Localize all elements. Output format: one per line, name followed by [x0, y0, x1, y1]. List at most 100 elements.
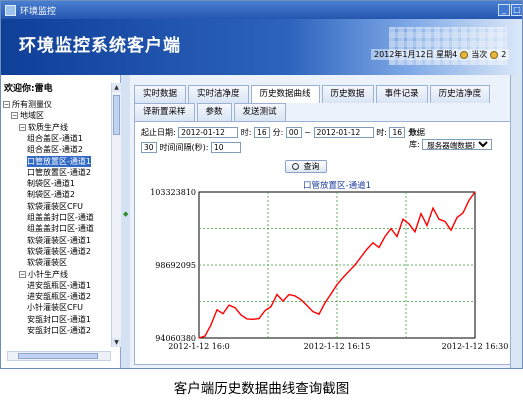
query-button[interactable]: 查询 [285, 160, 327, 173]
data-point [438, 218, 440, 220]
scroll-down-icon[interactable]: ▼ [112, 338, 121, 347]
data-point [426, 224, 428, 227]
minimize-icon[interactable]: _ [498, 4, 510, 16]
tree-expand-icon[interactable]: − [19, 123, 26, 131]
tree-node[interactable]: − 地域区 [11, 110, 44, 121]
figure-caption: 客户端历史数据曲线查询截图 [173, 381, 350, 397]
end-hour-input[interactable] [389, 127, 406, 138]
data-point [252, 318, 254, 320]
interval-input[interactable] [211, 142, 242, 153]
tree-node[interactable]: 组盖盖封口区-通道 [27, 223, 94, 234]
collapse-arrow-icon[interactable]: ◆ [123, 210, 128, 218]
data-point [282, 300, 284, 302]
data-point [402, 218, 404, 220]
tree-expand-icon[interactable]: − [3, 101, 10, 108]
tree-node-label: 进安瓿瓶区-通道2 [27, 292, 91, 302]
tab-tabs_row2-1[interactable]: 参数 [196, 103, 232, 121]
data-point [312, 311, 314, 313]
tree-node[interactable]: − 小针生产线 [19, 269, 68, 280]
tree-node[interactable]: − 所有测量仪 [3, 99, 52, 110]
tree-node[interactable]: 制袋区-通道2 [27, 189, 75, 200]
tab-tabs_row1-3[interactable]: 历史数据 [321, 85, 374, 103]
title-bar: 环境监控 _ □ [1, 1, 522, 19]
tree-expand-icon[interactable]: − [11, 112, 18, 120]
data-point [330, 293, 332, 295]
tree-node-label: 软袋灌装区CFU [27, 201, 84, 211]
end-date-input[interactable] [313, 127, 374, 138]
tab-tabs_row1-2[interactable]: 历史数据曲线 [250, 85, 320, 103]
status-line: 2012年1月12日 星期4 当次 2 [371, 49, 510, 60]
tree-node-label: 小针灌装区CFU [27, 303, 84, 313]
end-minute-input[interactable] [141, 142, 157, 153]
y-tick-label: 103323810 [150, 188, 196, 197]
tab-tabs_row1-4[interactable]: 事件记录 [375, 85, 428, 103]
start-date-label: 起止日期: [141, 128, 176, 137]
data-point [228, 304, 230, 306]
app-window: 环境监控 _ □ 环境监控系统客户端 2012年1月12日 星期4 当次 2 欢… [0, 0, 523, 369]
data-point [408, 223, 410, 225]
tree-node[interactable]: 组合盖区-通道2 [27, 144, 83, 155]
user-label[interactable]: 当次 [471, 49, 487, 60]
tree-node[interactable]: 软袋灌装区CFU [27, 201, 83, 212]
tree-node[interactable]: 安瓿封口区-通道2 [27, 325, 91, 336]
tree-horizontal-scrollbar[interactable] [7, 351, 111, 361]
data-point [420, 213, 422, 215]
data-point [348, 270, 350, 272]
data-point [270, 306, 272, 308]
header-banner: 环境监控系统客户端 [1, 19, 522, 75]
tree-node[interactable]: 安瓿封口区-通道1 [27, 314, 91, 325]
history-chart-svg: 口管放置区-通道194060380986920951033238102012-1… [150, 180, 509, 351]
data-point [234, 307, 236, 309]
start-date-input[interactable] [178, 127, 239, 138]
device-tree: − 所有测量仪 − 地域区 − 软质生产线 组合盖区-通道1 组合盖区-通道2 口管放置区-通道… [1, 99, 111, 347]
tab-tabs_row2-0[interactable]: 译新置采样 [134, 103, 195, 121]
tree-node[interactable]: 软袋灌装区-通道2 [27, 246, 91, 257]
tree-node[interactable]: 口管放置区-通道2 [27, 167, 91, 178]
start-minute-input[interactable] [285, 127, 302, 138]
tree-node[interactable]: 进安瓿瓶区-通道1 [27, 280, 91, 291]
tab-tabs_row2-2[interactable]: 发送测试 [233, 103, 286, 121]
tab-tabs_row1-1[interactable]: 实时洁净度 [188, 85, 249, 103]
data-point [474, 191, 476, 193]
data-point [210, 324, 212, 326]
tree-vertical-scrollbar[interactable]: ▲ ▼ [111, 83, 121, 347]
scroll-up-icon[interactable]: ▲ [112, 83, 121, 92]
tree-node[interactable]: 组合盖区-通道1 [27, 133, 83, 144]
database-label-2: 库: [409, 140, 420, 149]
tree-node-label: 制袋区-通道1 [27, 179, 75, 189]
right-scrollbar[interactable] [510, 75, 522, 368]
tree-node-label: 软质生产线 [28, 122, 68, 132]
info-icon [490, 50, 499, 59]
tree-node[interactable]: 软袋灌装区-通道1 [27, 235, 91, 246]
panel-splitter[interactable]: ◆ [121, 75, 130, 368]
tree-expand-icon[interactable]: − [19, 270, 26, 278]
app-title: 环境监控系统客户端 [19, 36, 181, 56]
data-point [390, 228, 392, 230]
tree-node-label: 地域区 [20, 111, 44, 121]
chart-title: 口管放置区-通道1 [303, 180, 371, 191]
restore-icon[interactable]: □ [511, 4, 522, 16]
x-tick-label: 2012-1-12 16:30 [442, 342, 509, 351]
tree-node[interactable]: 进安瓿瓶区-通道2 [27, 291, 91, 302]
data-point [450, 229, 452, 231]
tab-tabs_row1-0[interactable]: 实时数据 [134, 85, 187, 103]
data-point [306, 304, 308, 307]
tree-node-label: 软袋灌装区-通道1 [27, 235, 91, 245]
tree-node[interactable]: 小针灌装区CFU [27, 302, 83, 313]
tree-node[interactable]: 口管放置区-通道1 [27, 155, 91, 167]
start-hour-input[interactable] [254, 127, 271, 138]
tree-node[interactable]: 组盖盖封口区-通道 [27, 212, 94, 223]
y-tick-label: 98692095 [155, 261, 196, 270]
tab-tabs_row1-5[interactable]: 历史洁净度 [429, 85, 491, 103]
tree-node[interactable]: − 软质生产线 [19, 122, 68, 133]
database-label: 数据 [409, 128, 425, 137]
tree-node[interactable]: 制袋区-通道1 [27, 178, 75, 189]
scrollbar-thumb[interactable] [18, 353, 98, 359]
tree-node[interactable]: 软袋灌装区 [27, 257, 67, 268]
data-point [366, 248, 368, 250]
scrollbar-thumb[interactable] [113, 95, 120, 135]
database-select[interactable]: 服务器端数据库 [422, 139, 493, 150]
data-point [288, 293, 290, 296]
tree-node-label: 组盖盖封口区-通道 [27, 213, 94, 222]
tree-node-label: 口管放置区-通道2 [27, 167, 91, 177]
